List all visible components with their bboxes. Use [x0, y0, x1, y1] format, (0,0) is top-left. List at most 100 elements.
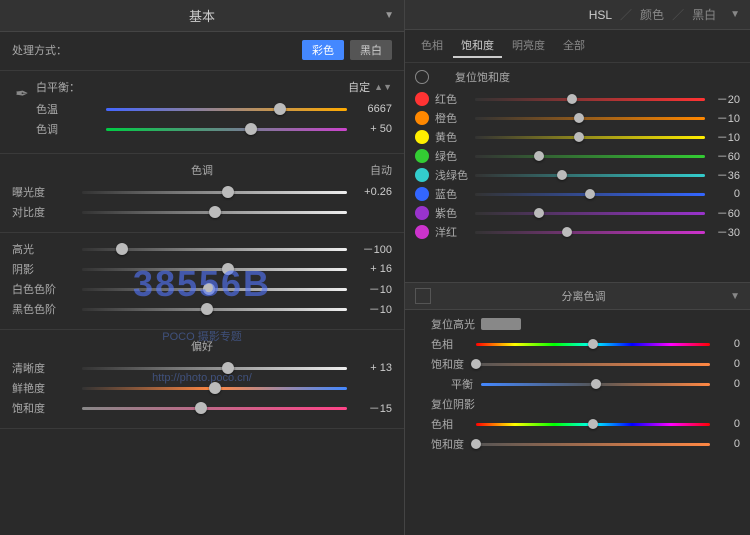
tint-slider[interactable] — [106, 122, 347, 136]
clarity-thumb[interactable] — [222, 362, 234, 374]
eyedropper-tool[interactable]: ✒ — [12, 79, 32, 109]
split-tone-content: 复位高光 色相 0 饱和度 — [405, 310, 750, 535]
right-panel-header: HSL ／ 颜色 ／ 黑白 ▼ — [405, 0, 750, 30]
clarity-slider[interactable] — [82, 361, 347, 375]
temperature-slider[interactable] — [106, 102, 347, 116]
balance-thumb[interactable] — [591, 379, 601, 389]
contrast-thumb[interactable] — [209, 206, 221, 218]
highlight-hue-value: 0 — [710, 338, 740, 350]
tint-thumb[interactable] — [245, 123, 257, 135]
tint-value: + 50 — [347, 123, 392, 135]
vibrance-thumb[interactable] — [209, 382, 221, 394]
white-thumb[interactable] — [203, 283, 215, 295]
saturation-label: 饱和度 — [12, 400, 82, 416]
highlight-sat-slider[interactable] — [476, 357, 710, 371]
hsl-target-icon[interactable] — [415, 70, 429, 84]
white-slider[interactable] — [82, 282, 347, 296]
saturation-value: －15 — [347, 400, 392, 416]
color-tab-header[interactable]: 颜色 — [640, 6, 664, 23]
purple-sat-slider[interactable] — [475, 206, 705, 220]
list-item: 紫色 －60 — [415, 205, 740, 221]
shadow-hue-thumb[interactable] — [588, 419, 598, 429]
list-item: 红色 －20 — [415, 91, 740, 107]
highlight-sat-thumb[interactable] — [471, 359, 481, 369]
highlight-thumb[interactable] — [116, 243, 128, 255]
orange-dot — [415, 111, 429, 125]
red-sat-thumb[interactable] — [567, 94, 577, 104]
shadow-value: + 16 — [347, 263, 392, 275]
orange-sat-slider[interactable] — [475, 111, 705, 125]
aqua-sat-slider[interactable] — [475, 168, 705, 182]
wb-arrows[interactable]: ▲▼ — [374, 82, 392, 92]
split-tone-title: 分离色调 — [562, 288, 606, 304]
hsl-tabs-row: 色相 饱和度 明亮度 全部 — [405, 30, 750, 63]
yellow-dot — [415, 130, 429, 144]
blue-sat-thumb[interactable] — [585, 189, 595, 199]
tab-luminance[interactable]: 明亮度 — [504, 34, 553, 58]
bw-tab-header[interactable]: 黑白 — [692, 6, 716, 23]
yellow-sat-slider[interactable] — [475, 130, 705, 144]
magenta-sat-thumb[interactable] — [562, 227, 572, 237]
split-tone-header: 分离色调 ▼ — [405, 283, 750, 310]
saturation-slider[interactable] — [82, 401, 347, 415]
right-panel-arrow[interactable]: ▼ — [730, 9, 740, 20]
saturation-thumb[interactable] — [195, 402, 207, 414]
shadow-sat-slider[interactable] — [476, 437, 710, 451]
contrast-slider[interactable] — [82, 205, 347, 219]
highlight-hue-slider[interactable] — [476, 337, 710, 351]
auto-button[interactable]: 自动 — [370, 162, 392, 178]
magenta-sat-slider[interactable] — [475, 225, 705, 239]
hsl-tab-header[interactable]: HSL — [589, 8, 612, 22]
list-item: 橙色 －10 — [415, 110, 740, 126]
red-sat-slider[interactable] — [475, 92, 705, 106]
exposure-label: 曝光度 — [12, 184, 82, 200]
highlight-label: 高光 — [12, 241, 82, 257]
highlight-slider[interactable] — [82, 242, 347, 256]
clarity-label: 清晰度 — [12, 360, 82, 376]
purple-sat-thumb[interactable] — [534, 208, 544, 218]
bw-mode-button[interactable]: 黑白 — [350, 40, 392, 60]
tab-saturation[interactable]: 饱和度 — [453, 34, 502, 58]
shadow-hue-value: 0 — [710, 418, 740, 430]
white-label: 白色色阶 — [12, 281, 82, 297]
shadow-thumb[interactable] — [222, 263, 234, 275]
green-sat-thumb[interactable] — [534, 151, 544, 161]
temperature-thumb[interactable] — [274, 103, 286, 115]
shadow-sat-thumb[interactable] — [471, 439, 481, 449]
black-thumb[interactable] — [201, 303, 213, 315]
tint-label: 色调 — [36, 121, 106, 137]
blue-sat-value: 0 — [705, 188, 740, 200]
orange-sat-thumb[interactable] — [574, 113, 584, 123]
balance-slider[interactable] — [481, 377, 710, 391]
balance-value: 0 — [710, 378, 740, 390]
list-item: 蓝色 0 — [415, 186, 740, 202]
vibrance-slider[interactable] — [82, 381, 347, 395]
list-item: 绿色 －60 — [415, 148, 740, 164]
shadow-hue-slider[interactable] — [476, 417, 710, 431]
left-panel-header: 基本 ▼ — [0, 0, 404, 32]
highlight-sat-value: 0 — [710, 358, 740, 370]
color-mode-button[interactable]: 彩色 — [302, 40, 344, 60]
split-tone-arrow[interactable]: ▼ — [730, 291, 740, 302]
black-slider[interactable] — [82, 302, 347, 316]
split-tone-icon — [415, 288, 431, 304]
tab-all[interactable]: 全部 — [555, 34, 593, 58]
aqua-sat-thumb[interactable] — [557, 170, 567, 180]
hsl-content: 复位饱和度 红色 －20 橙色 — [405, 63, 750, 282]
red-sat-value: －20 — [705, 91, 740, 107]
highlight-color-preview[interactable] — [481, 318, 521, 330]
exposure-slider[interactable] — [82, 185, 347, 199]
left-panel-arrow[interactable]: ▼ — [384, 10, 394, 21]
exposure-thumb[interactable] — [222, 186, 234, 198]
shadow-slider[interactable] — [82, 262, 347, 276]
blue-sat-slider[interactable] — [475, 187, 705, 201]
green-sat-slider[interactable] — [475, 149, 705, 163]
black-label: 黑色色阶 — [12, 301, 82, 317]
aqua-dot — [415, 168, 429, 182]
highlight-reset-label: 复位高光 — [431, 316, 475, 332]
yellow-sat-thumb[interactable] — [574, 132, 584, 142]
green-dot — [415, 149, 429, 163]
highlight-hue-thumb[interactable] — [588, 339, 598, 349]
aqua-sat-value: －36 — [705, 167, 740, 183]
tab-hue[interactable]: 色相 — [413, 34, 451, 58]
